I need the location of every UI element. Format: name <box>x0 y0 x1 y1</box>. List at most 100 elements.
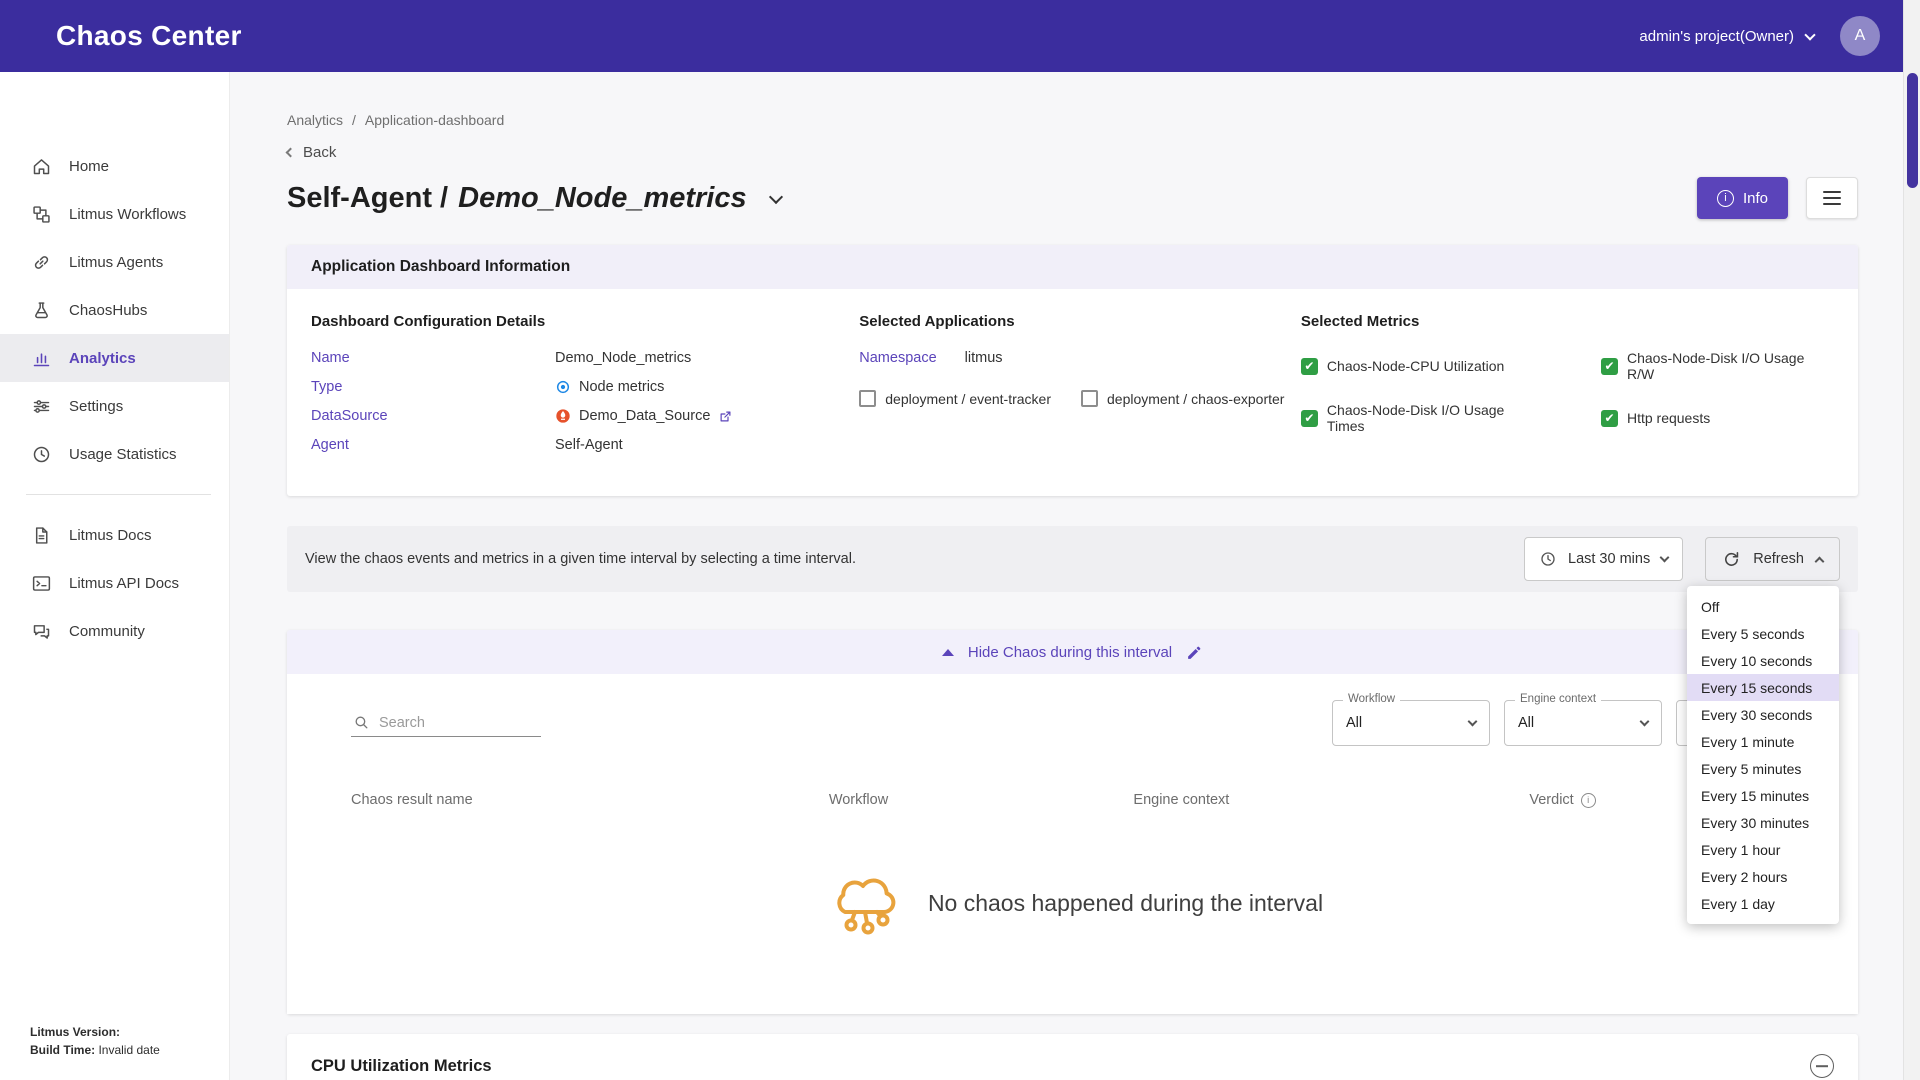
caret-up-icon <box>942 649 954 656</box>
time-range-value: Last 30 mins <box>1568 551 1650 567</box>
target-icon <box>555 379 571 395</box>
sidebar-item-litmus-workflows[interactable]: Litmus Workflows <box>0 190 229 238</box>
chaos-cloud-icon <box>822 866 906 940</box>
hamburger-menu-button[interactable] <box>1806 177 1858 219</box>
info-icon: i <box>1717 190 1734 207</box>
hamburger-icon <box>1823 191 1841 193</box>
time-range-select[interactable]: Last 30 mins <box>1524 537 1683 581</box>
sidebar-item-label: Litmus Agents <box>69 254 163 271</box>
selected-metrics-title: Selected Metrics <box>1301 313 1834 330</box>
refresh-icon <box>1722 550 1741 569</box>
metric-checkbox-disk-io-times[interactable]: ✔ Chaos-Node-Disk I/O Usage Times <box>1301 402 1541 434</box>
project-switcher[interactable]: admin's project(Owner) <box>1639 28 1814 45</box>
sidebar-item-label: Litmus Workflows <box>69 206 186 223</box>
config-label-name: Name <box>311 350 555 366</box>
terminal-icon <box>30 572 52 594</box>
sidebar-item-label: Litmus API Docs <box>69 575 179 592</box>
app-title: Chaos Center <box>56 20 242 52</box>
menu-item-every-15-minutes[interactable]: Every 15 minutes <box>1687 782 1839 809</box>
menu-item-every-5-seconds[interactable]: Every 5 seconds <box>1687 620 1839 647</box>
breadcrumb-application-dashboard[interactable]: Application-dashboard <box>365 112 504 128</box>
chevron-up-icon <box>1815 556 1825 566</box>
sidebar-item-litmus-api-docs[interactable]: Litmus API Docs <box>0 559 229 607</box>
scrollbar-thumb[interactable] <box>1907 73 1918 188</box>
chevron-down-icon <box>1640 717 1650 727</box>
hide-chaos-toggle[interactable]: Hide Chaos during this interval <box>287 630 1858 674</box>
search-input[interactable] <box>379 715 539 731</box>
metric-label: Chaos-Node-CPU Utilization <box>1327 358 1504 374</box>
sidebar-item-label: Usage Statistics <box>69 446 177 463</box>
build-time-value: Invalid date <box>95 1043 160 1057</box>
sidebar-item-home[interactable]: Home <box>0 142 229 190</box>
avatar[interactable]: A <box>1840 16 1880 56</box>
interval-bar: View the chaos events and metrics in a g… <box>287 526 1858 592</box>
workflow-filter-label: Workflow <box>1343 693 1400 705</box>
metric-checkbox-cpu-utilization[interactable]: ✔ Chaos-Node-CPU Utilization <box>1301 350 1541 382</box>
chevron-left-icon <box>286 148 296 158</box>
namespace-value: litmus <box>965 350 1003 366</box>
edit-pencil-icon[interactable] <box>1186 644 1203 661</box>
menu-item-every-5-minutes[interactable]: Every 5 minutes <box>1687 755 1839 782</box>
workflow-filter-value: All <box>1346 715 1362 731</box>
menu-item-every-30-seconds[interactable]: Every 30 seconds <box>1687 701 1839 728</box>
sidebar-item-community[interactable]: Community <box>0 607 229 655</box>
column-engine-context: Engine context <box>1133 792 1529 808</box>
engine-context-filter-value: All <box>1518 715 1534 731</box>
engine-context-filter-select[interactable]: Engine context All <box>1504 700 1662 746</box>
metric-label: Chaos-Node-Disk I/O Usage Times <box>1327 402 1541 434</box>
config-label-agent: Agent <box>311 437 555 453</box>
breadcrumb-separator: / <box>352 112 356 128</box>
menu-item-every-15-seconds[interactable]: Every 15 seconds <box>1687 674 1839 701</box>
sidebar-item-settings[interactable]: Settings <box>0 382 229 430</box>
scrollbar-track[interactable] <box>1903 0 1920 1080</box>
external-link-icon[interactable] <box>718 409 733 424</box>
chaos-table-header: Chaos result name Workflow Engine contex… <box>311 792 1834 808</box>
clock-icon <box>1539 550 1557 568</box>
sidebar-item-chaoshubs[interactable]: ChaosHubs <box>0 286 229 334</box>
metric-checkbox-disk-io-rw[interactable]: ✔ Chaos-Node-Disk I/O Usage R/W <box>1601 350 1834 382</box>
search-field <box>351 709 541 737</box>
build-time-label: Build Time: <box>30 1043 95 1057</box>
info-button[interactable]: i Info <box>1697 177 1788 219</box>
menu-item-every-10-seconds[interactable]: Every 10 seconds <box>1687 647 1839 674</box>
menu-item-every-2-hours[interactable]: Every 2 hours <box>1687 863 1839 890</box>
application-label: deployment / chaos-exporter <box>1107 391 1284 407</box>
back-label: Back <box>303 144 336 161</box>
sidebar-item-usage-statistics[interactable]: Usage Statistics <box>0 430 229 478</box>
main-content: Analytics / Application-dashboard Back S… <box>230 72 1920 1080</box>
menu-item-every-30-minutes[interactable]: Every 30 minutes <box>1687 809 1839 836</box>
application-label: deployment / event-tracker <box>885 391 1051 407</box>
verdict-info-icon[interactable]: i <box>1581 793 1596 808</box>
sidebar-item-label: Settings <box>69 398 123 415</box>
menu-item-every-1-minute[interactable]: Every 1 minute <box>1687 728 1839 755</box>
sidebar-item-analytics[interactable]: Analytics <box>0 334 229 382</box>
application-checkbox-event-tracker[interactable]: deployment / event-tracker <box>859 390 1051 407</box>
chaos-interval-card: Hide Chaos during this interval Workflow… <box>287 630 1858 1014</box>
column-verdict: Verdict <box>1529 792 1573 808</box>
clock-icon <box>30 443 52 465</box>
page-title-dashboard-name: Demo_Node_metrics <box>458 182 747 215</box>
config-details-title: Dashboard Configuration Details <box>311 313 859 330</box>
info-button-label: Info <box>1743 190 1768 207</box>
sidebar-footer: Litmus Version: Build Time: Invalid date <box>30 1023 160 1060</box>
refresh-dropdown-button[interactable]: Refresh Off Every 5 seconds Every 10 sec… <box>1705 537 1840 581</box>
workflow-filter-select[interactable]: Workflow All <box>1332 700 1490 746</box>
menu-item-every-1-day[interactable]: Every 1 day <box>1687 890 1839 917</box>
breadcrumb-analytics[interactable]: Analytics <box>287 112 343 128</box>
menu-item-every-1-hour[interactable]: Every 1 hour <box>1687 836 1839 863</box>
collapse-section-icon[interactable] <box>1810 1054 1834 1078</box>
column-chaos-result-name: Chaos result name <box>311 792 829 808</box>
metric-checkbox-http-requests[interactable]: ✔ Http requests <box>1601 402 1834 434</box>
application-checkbox-chaos-exporter[interactable]: deployment / chaos-exporter <box>1081 390 1284 407</box>
chevron-down-icon <box>1468 717 1478 727</box>
menu-item-off[interactable]: Off <box>1687 593 1839 620</box>
back-button[interactable]: Back <box>287 144 1858 161</box>
checkbox-icon <box>859 390 876 407</box>
checkbox-checked-icon: ✔ <box>1601 410 1618 427</box>
sidebar-item-litmus-docs[interactable]: Litmus Docs <box>0 511 229 559</box>
chevron-down-icon[interactable] <box>769 189 783 203</box>
sidebar-item-label: Home <box>69 158 109 175</box>
dashboard-info-card-title: Application Dashboard Information <box>287 245 1858 289</box>
prometheus-icon <box>555 408 571 424</box>
sidebar-item-litmus-agents[interactable]: Litmus Agents <box>0 238 229 286</box>
